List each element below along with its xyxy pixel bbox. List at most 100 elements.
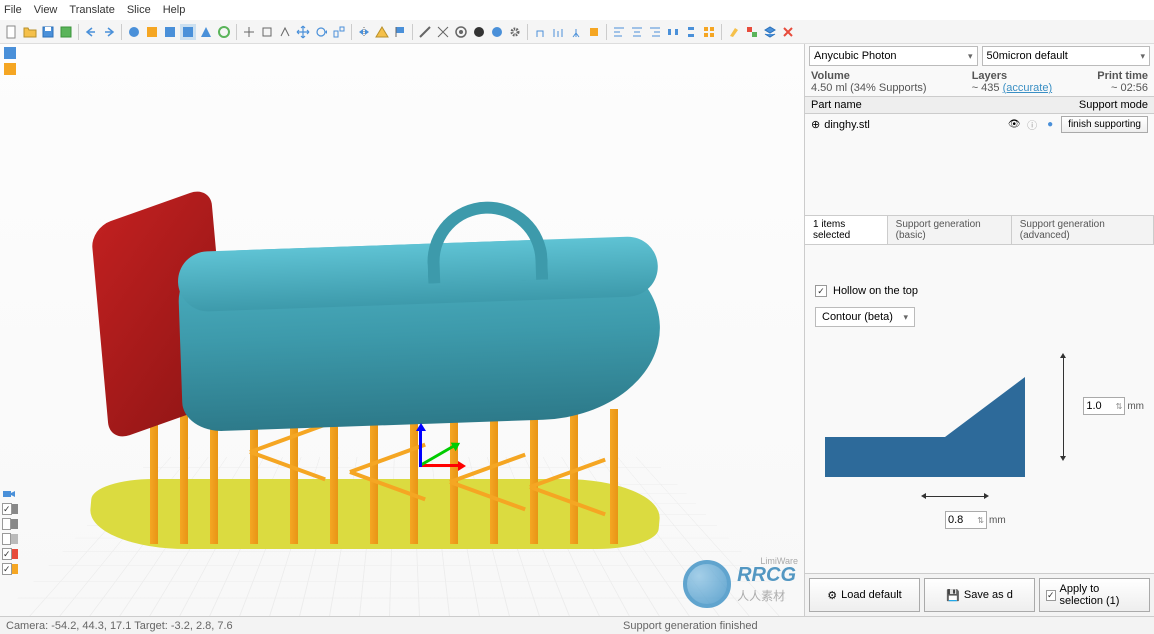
view-mode-1-icon[interactable] <box>126 24 142 40</box>
menu-file[interactable]: File <box>4 4 22 16</box>
print-time-label: Print time <box>1097 70 1148 82</box>
vp-toggle-4[interactable]: ✓ <box>2 547 18 561</box>
finish-supporting-button[interactable]: finish supporting <box>1061 116 1148 133</box>
view-mode-5-icon[interactable] <box>198 24 214 40</box>
apply-to-selection-button[interactable]: ✓ Apply to selection (1) <box>1039 578 1150 612</box>
support-c-icon[interactable] <box>568 24 584 40</box>
flag-icon[interactable] <box>392 24 408 40</box>
vp-icon-1[interactable] <box>2 46 18 60</box>
align-center-icon[interactable] <box>629 24 645 40</box>
tab-support-basic[interactable]: Support generation (basic) <box>888 216 1012 244</box>
align-left-icon[interactable] <box>611 24 627 40</box>
vp-toggle-1[interactable]: ✓ <box>2 502 18 516</box>
gear-icon[interactable] <box>507 24 523 40</box>
view-mode-3-icon[interactable] <box>162 24 178 40</box>
load-default-button[interactable]: ⚙ Load default <box>809 578 920 612</box>
layers-icon[interactable] <box>762 24 778 40</box>
vp-icon-2[interactable] <box>2 62 18 76</box>
part-row[interactable]: ⊕ dinghy.stl 👁 ⓘ ● finish supporting <box>805 114 1154 135</box>
x-icon[interactable] <box>780 24 796 40</box>
bottom-button-bar: ⚙ Load default 💾 Save as d ✓ Apply to se… <box>805 573 1154 616</box>
part-info-icon[interactable]: ⓘ <box>1025 118 1039 132</box>
profile-select[interactable]: 50micron default <box>982 46 1151 66</box>
part-expand-icon[interactable]: ⊕ <box>811 118 820 131</box>
redo-icon[interactable] <box>101 24 117 40</box>
support-a-icon[interactable] <box>532 24 548 40</box>
align-right-icon[interactable] <box>647 24 663 40</box>
disk-icon: 💾 <box>946 589 960 602</box>
vertical-dimension-input[interactable]: 1.0⇅ mm <box>1083 397 1144 415</box>
vp-camera-icon[interactable] <box>2 487 18 501</box>
menu-slice[interactable]: Slice <box>127 4 151 16</box>
horizontal-dimension-arrow <box>925 496 985 497</box>
part-status-icon: ● <box>1043 118 1057 132</box>
gizmo-x-axis[interactable] <box>420 464 460 467</box>
view-mode-2-icon[interactable] <box>144 24 160 40</box>
vp-toggle-5[interactable]: ✓ <box>2 562 18 576</box>
support-d-icon[interactable] <box>586 24 602 40</box>
viewport-leftbar-top <box>2 46 18 76</box>
gizmo-z-axis[interactable] <box>419 429 422 467</box>
fill-icon[interactable] <box>471 24 487 40</box>
main-toolbar <box>0 20 1154 44</box>
statusbar: Camera: -54.2, 44.3, 17.1 Target: -3.2, … <box>0 616 1154 634</box>
gear-icon: ⚙ <box>827 589 837 602</box>
move-icon[interactable] <box>295 24 311 40</box>
mirror-icon[interactable] <box>356 24 372 40</box>
open-icon[interactable] <box>22 24 38 40</box>
print-time-value: ~ 02:56 <box>1097 82 1148 94</box>
hollow-icon[interactable] <box>453 24 469 40</box>
tool-a-icon[interactable] <box>241 24 257 40</box>
view-mode-4-icon[interactable] <box>180 24 196 40</box>
contour-select[interactable]: Contour (beta) <box>815 307 915 327</box>
hollow-on-top-checkbox[interactable]: ✓ Hollow on the top <box>815 285 1144 297</box>
part-visibility-icon[interactable]: 👁 <box>1007 118 1021 132</box>
options-area: ✓ Hollow on the top Contour (beta) <box>805 245 1154 337</box>
support-tabs: 1 items selected Support generation (bas… <box>805 215 1154 245</box>
vp-toggle-2[interactable] <box>2 517 18 531</box>
warning-icon[interactable] <box>374 24 390 40</box>
distribute-h-icon[interactable] <box>665 24 681 40</box>
grid-icon[interactable] <box>701 24 717 40</box>
view-mode-6-icon[interactable] <box>216 24 232 40</box>
tool-c-icon[interactable] <box>277 24 293 40</box>
tab-support-advanced[interactable]: Support generation (advanced) <box>1012 216 1154 244</box>
rotate-icon[interactable] <box>313 24 329 40</box>
viewport-leftbar-bottom: ✓ ✓ ✓ <box>2 487 18 576</box>
vertical-dimension-arrow <box>1063 357 1064 457</box>
vp-toggle-3[interactable] <box>2 532 18 546</box>
new-icon[interactable] <box>4 24 20 40</box>
part-name-label: dinghy.stl <box>824 119 1003 131</box>
tab-selected-items[interactable]: 1 items selected <box>805 216 888 244</box>
brand-watermark: RRCG 人人素材 <box>683 560 796 608</box>
save-as-default-button[interactable]: 💾 Save as d <box>924 578 1035 612</box>
undo-icon[interactable] <box>83 24 99 40</box>
model-render <box>50 124 700 604</box>
contour-diagram: 1.0⇅ mm 0.8⇅ mm <box>805 337 1154 537</box>
menu-help[interactable]: Help <box>163 4 186 16</box>
sphere-icon[interactable] <box>489 24 505 40</box>
export-icon[interactable] <box>58 24 74 40</box>
color-icon[interactable] <box>744 24 760 40</box>
paint-icon[interactable] <box>726 24 742 40</box>
layers-accurate-link[interactable]: (accurate) <box>1003 82 1053 94</box>
distribute-v-icon[interactable] <box>683 24 699 40</box>
menubar: File View Translate Slice Help <box>0 0 1154 20</box>
tool-b-icon[interactable] <box>259 24 275 40</box>
apply-checkbox[interactable]: ✓ <box>1046 590 1056 601</box>
horizontal-dimension-input[interactable]: 0.8⇅ mm <box>945 511 1006 529</box>
layers-label: Layers <box>972 70 1052 82</box>
measure-icon[interactable] <box>417 24 433 40</box>
3d-viewport[interactable]: ✓ ✓ ✓ <box>0 44 804 616</box>
scale-icon[interactable] <box>331 24 347 40</box>
volume-value: 4.50 ml (34% Supports) <box>811 82 927 94</box>
printer-select[interactable]: Anycubic Photon <box>809 46 978 66</box>
menu-view[interactable]: View <box>34 4 58 16</box>
support-b-icon[interactable] <box>550 24 566 40</box>
cut-icon[interactable] <box>435 24 451 40</box>
parts-list-header: Part name Support mode <box>805 96 1154 114</box>
status-message: Support generation finished <box>233 620 1148 632</box>
save-icon[interactable] <box>40 24 56 40</box>
layers-value: ~ 435 <box>972 82 1000 94</box>
menu-translate[interactable]: Translate <box>69 4 114 16</box>
